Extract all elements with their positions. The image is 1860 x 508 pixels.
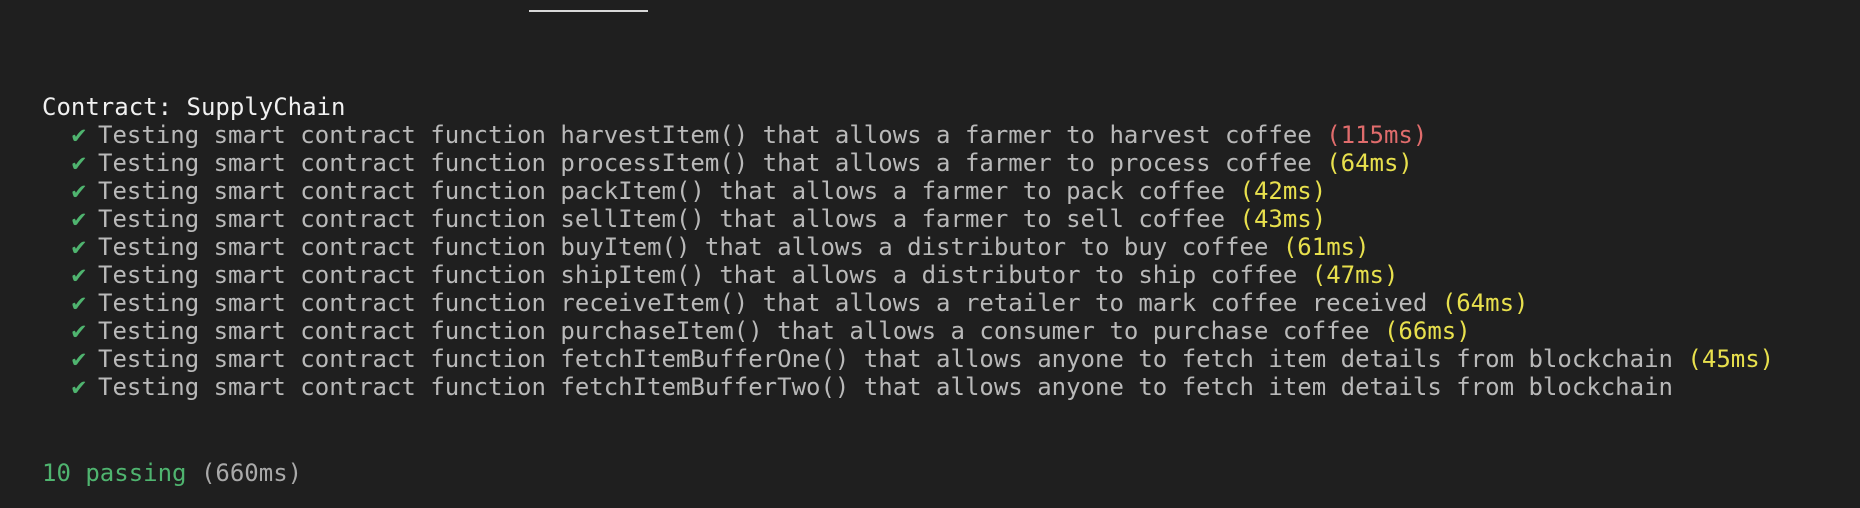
test-list: ✔ Testing smart contract function harvest…	[42, 121, 1840, 401]
total-duration: (660ms)	[200, 459, 303, 487]
check-icon: ✔	[70, 320, 88, 344]
test-row: ✔ Testing smart contract function sellIte…	[42, 205, 1840, 233]
test-duration: (64ms)	[1441, 289, 1529, 317]
test-row: ✔ Testing smart contract function purchas…	[42, 317, 1840, 345]
test-label: Testing smart contract function receiveI…	[98, 289, 1428, 317]
test-label: Testing smart contract function buyItem(…	[98, 233, 1269, 261]
test-label: Testing smart contract function packItem…	[98, 177, 1226, 205]
test-label: Testing smart contract function processI…	[98, 149, 1312, 177]
cursor-underline	[529, 10, 648, 12]
test-row: ✔ Testing smart contract function buyItem…	[42, 233, 1840, 261]
check-icon: ✔	[70, 124, 88, 148]
test-label: Testing smart contract function shipItem…	[98, 261, 1298, 289]
check-icon: ✔	[70, 152, 88, 176]
test-duration: (43ms)	[1239, 205, 1327, 233]
check-icon: ✔	[70, 264, 88, 288]
test-row: ✔ Testing smart contract function process…	[42, 149, 1840, 177]
test-duration: (42ms)	[1239, 177, 1327, 205]
test-summary: 10 passing (660ms)	[42, 459, 302, 487]
check-icon: ✔	[70, 236, 88, 260]
test-row: ✔ Testing smart contract function harvest…	[42, 121, 1840, 149]
check-icon: ✔	[70, 180, 88, 204]
test-label: Testing smart contract function fetchIte…	[98, 373, 1673, 401]
test-row: ✔ Testing smart contract function fetchIt…	[42, 345, 1840, 373]
test-duration: (61ms)	[1282, 233, 1370, 261]
terminal-output: Contract: SupplyChain ✔ Testing smart con…	[42, 93, 1840, 401]
test-row: ✔ Testing smart contract function fetchIt…	[42, 373, 1840, 401]
test-row: ✔ Testing smart contract function packIte…	[42, 177, 1840, 205]
check-icon: ✔	[70, 292, 88, 316]
check-icon: ✔	[70, 376, 88, 400]
test-label: Testing smart contract function sellItem…	[98, 205, 1226, 233]
test-row: ✔ Testing smart contract function shipIte…	[42, 261, 1840, 289]
passing-count: 10 passing	[42, 459, 187, 487]
test-duration: (115ms)	[1326, 121, 1428, 149]
check-icon: ✔	[70, 208, 88, 232]
test-duration: (45ms)	[1687, 345, 1775, 373]
test-label: Testing smart contract function harvestI…	[98, 121, 1312, 149]
test-label: Testing smart contract function fetchIte…	[98, 345, 1673, 373]
test-row: ✔ Testing smart contract function receive…	[42, 289, 1840, 317]
check-icon: ✔	[70, 348, 88, 372]
test-duration: (47ms)	[1311, 261, 1399, 289]
test-label: Testing smart contract function purchase…	[98, 317, 1370, 345]
suite-title: Contract: SupplyChain	[42, 93, 346, 121]
test-duration: (66ms)	[1383, 317, 1471, 345]
test-duration: (64ms)	[1326, 149, 1413, 177]
